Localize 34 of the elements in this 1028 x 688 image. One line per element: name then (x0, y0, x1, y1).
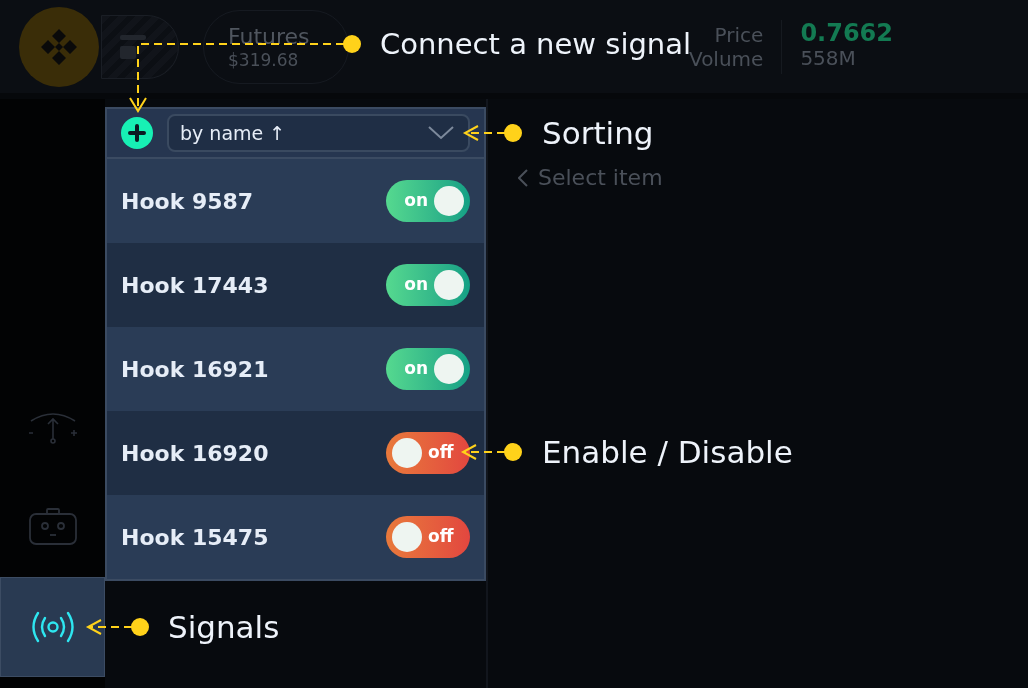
toggle-switch[interactable]: on (386, 180, 470, 222)
striped-tab[interactable] (101, 14, 179, 79)
sort-dropdown[interactable]: by name ↑ (167, 114, 470, 152)
callout-label: Signals (168, 608, 280, 647)
add-icon[interactable] (121, 117, 153, 149)
signal-name: Hook 15475 (121, 523, 269, 552)
signal-name: Hook 9587 (121, 187, 254, 216)
volume-label: Volume (689, 46, 764, 71)
signal-row[interactable]: Hook 17443 on (107, 243, 484, 327)
toggle-switch[interactable]: on (386, 264, 470, 306)
futures-value: $319.68 (228, 49, 300, 70)
leader-line (85, 618, 149, 636)
toggle-switch[interactable]: off (386, 432, 470, 474)
callout-label: Sorting (542, 114, 654, 153)
signal-row[interactable]: Hook 16920 off (107, 411, 484, 495)
price-label: Price (714, 22, 764, 47)
robot-icon (27, 508, 78, 546)
callout-label: Enable / Disable (542, 433, 793, 472)
signal-row[interactable]: Hook 15475 off (107, 495, 484, 579)
signal-name: Hook 17443 (121, 271, 269, 300)
toggle-switch[interactable]: off (386, 516, 470, 558)
signal-row[interactable]: Hook 9587 on (107, 159, 484, 243)
toggle-switch[interactable]: on (386, 348, 470, 390)
signal-name: Hook 16921 (121, 355, 269, 384)
volume-value: 558M (800, 45, 857, 70)
back-link[interactable]: Select item (518, 161, 663, 194)
leader-line (460, 443, 522, 461)
chevron-left-icon (518, 168, 528, 187)
signal-name: Hook 16920 (121, 439, 269, 468)
price-value: 0.7662 (800, 19, 893, 46)
signal-row[interactable]: Hook 16921 on (107, 327, 484, 411)
sidebar-item[interactable] (0, 577, 105, 677)
leader-line (462, 124, 522, 142)
chevron-down-icon (428, 126, 454, 140)
